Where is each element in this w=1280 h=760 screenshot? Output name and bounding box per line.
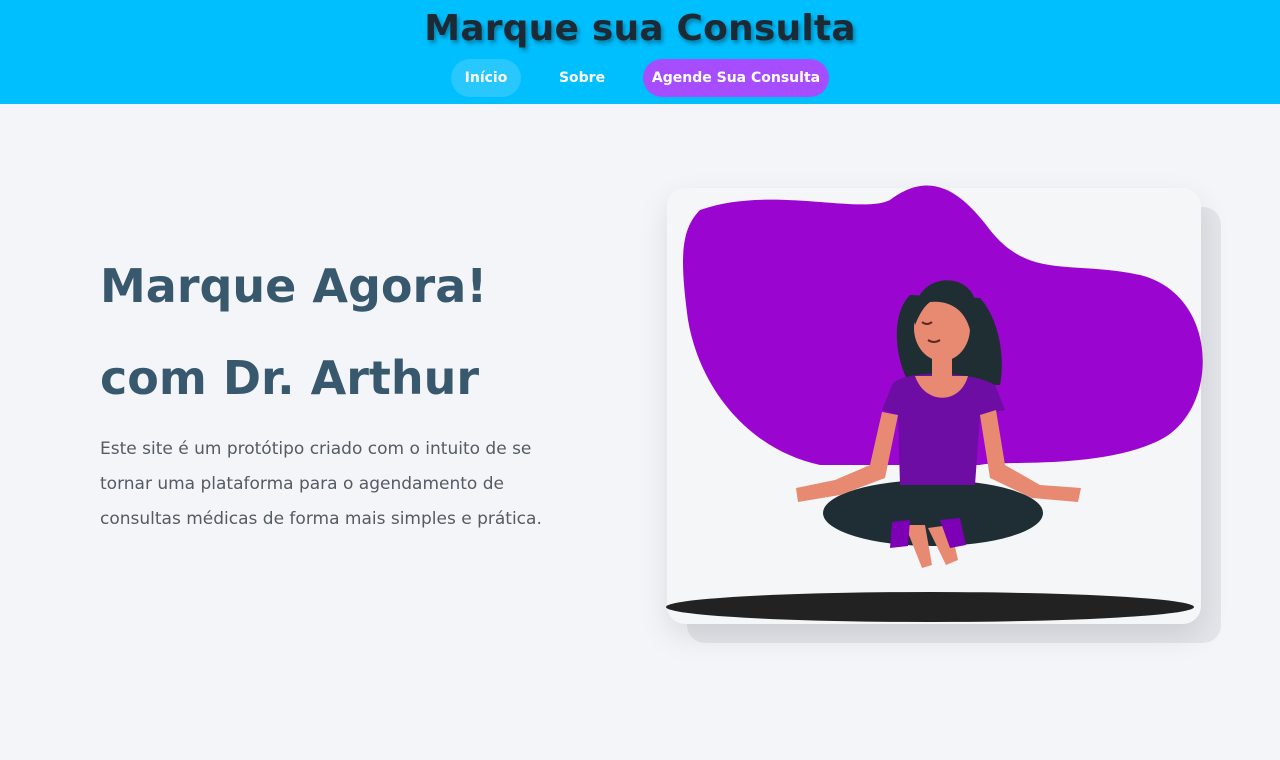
site-title: Marque sua Consulta [424,8,856,49]
nav-agende-consulta-button[interactable]: Agende Sua Consulta [643,59,829,97]
hero-description: Este site é um protótipo criado com o in… [100,439,542,529]
top-header: Marque sua Consulta Início Sobre Agende … [0,0,1280,104]
nav-sobre[interactable]: Sobre [543,59,621,97]
hero-title: Marque Agora! [100,259,488,313]
meditating-woman-illustration [666,185,1203,622]
sock-left [890,520,910,548]
hero-subtitle: com Dr. Arthur [100,351,480,405]
main-nav: Início Sobre Agende Sua Consulta [0,59,1280,97]
hero-text-block: Marque Agora! com Dr. Arthur Este site é… [100,258,560,537]
floor-shadow [666,592,1194,622]
nav-inicio[interactable]: Início [451,59,521,97]
